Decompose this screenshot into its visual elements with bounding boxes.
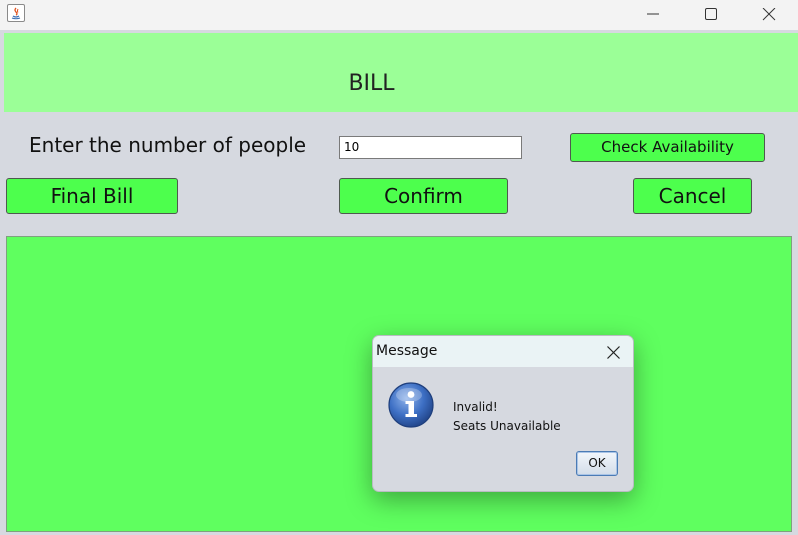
dialog-close-button[interactable]	[601, 341, 625, 363]
message-dialog: Message Invalid! Seats Unavailable OK	[372, 335, 634, 492]
info-icon	[387, 381, 435, 429]
close-icon	[762, 8, 776, 21]
dialog-title-bar: Message	[373, 336, 633, 367]
people-count-input[interactable]: 10	[339, 136, 522, 159]
title-bar	[0, 0, 798, 30]
dialog-message-line2: Seats Unavailable	[453, 419, 561, 433]
minimize-icon	[647, 13, 659, 15]
confirm-button[interactable]: Confirm	[339, 178, 508, 214]
app-window: BILL Enter the number of people 10 Check…	[0, 0, 798, 535]
dialog-message-line1: Invalid!	[453, 400, 498, 414]
final-bill-button[interactable]: Final Bill	[6, 178, 178, 214]
dialog-title: Message	[376, 343, 438, 359]
java-app-icon[interactable]	[7, 4, 25, 22]
check-availability-button[interactable]: Check Availability	[570, 133, 765, 162]
maximize-icon	[705, 8, 717, 20]
close-icon	[607, 346, 620, 359]
minimize-button[interactable]	[624, 0, 682, 30]
cancel-button[interactable]: Cancel	[633, 178, 752, 214]
ok-button[interactable]: OK	[576, 451, 618, 476]
close-window-button[interactable]	[740, 0, 798, 30]
header-banner: BILL	[4, 33, 798, 112]
page-title: BILL	[348, 71, 395, 96]
people-count-label: Enter the number of people	[29, 133, 307, 157]
maximize-button[interactable]	[682, 0, 740, 30]
